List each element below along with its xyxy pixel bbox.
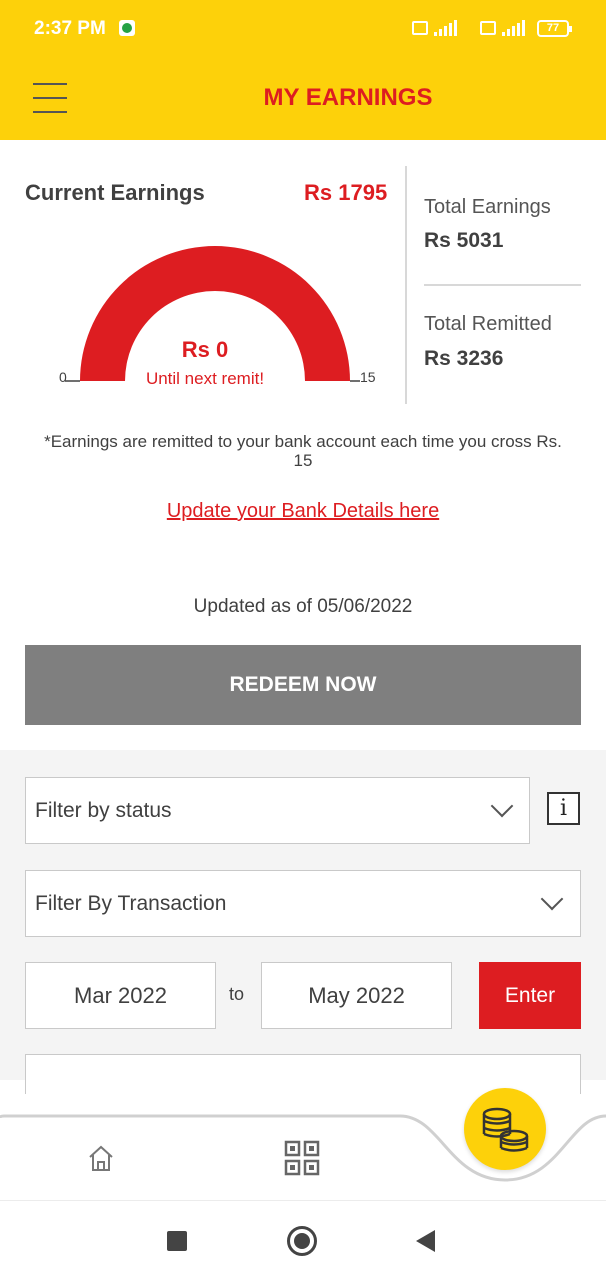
date-to-label: to bbox=[229, 984, 245, 1004]
info-icon[interactable]: i bbox=[547, 792, 580, 825]
system-nav-bar bbox=[0, 1200, 606, 1280]
total-earnings-value: Rs 5031 bbox=[424, 229, 504, 252]
gauge-min-label: 0 bbox=[59, 369, 67, 385]
date-to-field[interactable]: May 2022 bbox=[261, 962, 452, 1029]
total-remitted-label: Total Remitted bbox=[424, 313, 552, 335]
filter-by-status-select[interactable]: Filter by status bbox=[25, 777, 530, 844]
whatsapp-icon bbox=[119, 20, 135, 36]
page-title: MY EARNINGS bbox=[263, 84, 433, 111]
date-from-field[interactable]: Mar 2022 bbox=[25, 962, 216, 1029]
total-earnings-label: Total Earnings bbox=[424, 196, 551, 218]
signal-icon-sim2 bbox=[480, 18, 530, 38]
gauge-amount: Rs 0 bbox=[181, 337, 229, 362]
recents-square-icon[interactable] bbox=[167, 1231, 187, 1251]
status-time: 2:37 PM bbox=[34, 18, 106, 39]
remit-note: *Earnings are remitted to your bank acco… bbox=[44, 432, 562, 470]
current-earnings-label: Current Earnings bbox=[25, 180, 205, 205]
coins-icon[interactable] bbox=[464, 1088, 546, 1170]
qr-code-icon[interactable] bbox=[284, 1140, 320, 1176]
update-bank-details-link[interactable]: Update your Bank Details here bbox=[0, 500, 606, 523]
app-header: MY EARNINGS bbox=[0, 58, 606, 140]
signal-icon-sim1 bbox=[412, 18, 462, 38]
horizontal-divider bbox=[424, 284, 581, 286]
bottom-nav bbox=[0, 1078, 606, 1202]
enter-button[interactable]: Enter bbox=[479, 962, 581, 1029]
earnings-gauge bbox=[65, 246, 360, 382]
filter-status-label: Filter by status bbox=[35, 799, 172, 822]
vertical-divider bbox=[405, 166, 407, 404]
chevron-down-icon bbox=[490, 794, 514, 818]
total-remitted-value: Rs 3236 bbox=[424, 347, 504, 370]
updated-date: Updated as of 05/06/2022 bbox=[193, 596, 413, 617]
home-circle-icon[interactable] bbox=[287, 1226, 317, 1256]
gauge-max-label: 15 bbox=[360, 369, 376, 385]
battery-icon: 77 bbox=[537, 20, 572, 37]
back-triangle-icon[interactable] bbox=[416, 1230, 435, 1252]
status-bar: 2:37 PM 77 bbox=[0, 0, 606, 58]
home-icon[interactable] bbox=[86, 1143, 116, 1173]
chevron-down-icon bbox=[540, 887, 564, 911]
current-earnings-value: Rs 1795 bbox=[304, 180, 388, 205]
gauge-caption: Until next remit! bbox=[145, 369, 265, 388]
coin-stack-icon bbox=[482, 1107, 529, 1152]
filter-transaction-label: Filter By Transaction bbox=[35, 892, 227, 915]
redeem-now-button[interactable]: REDEEM NOW bbox=[25, 645, 581, 725]
filter-by-transaction-select[interactable]: Filter By Transaction bbox=[25, 870, 581, 937]
